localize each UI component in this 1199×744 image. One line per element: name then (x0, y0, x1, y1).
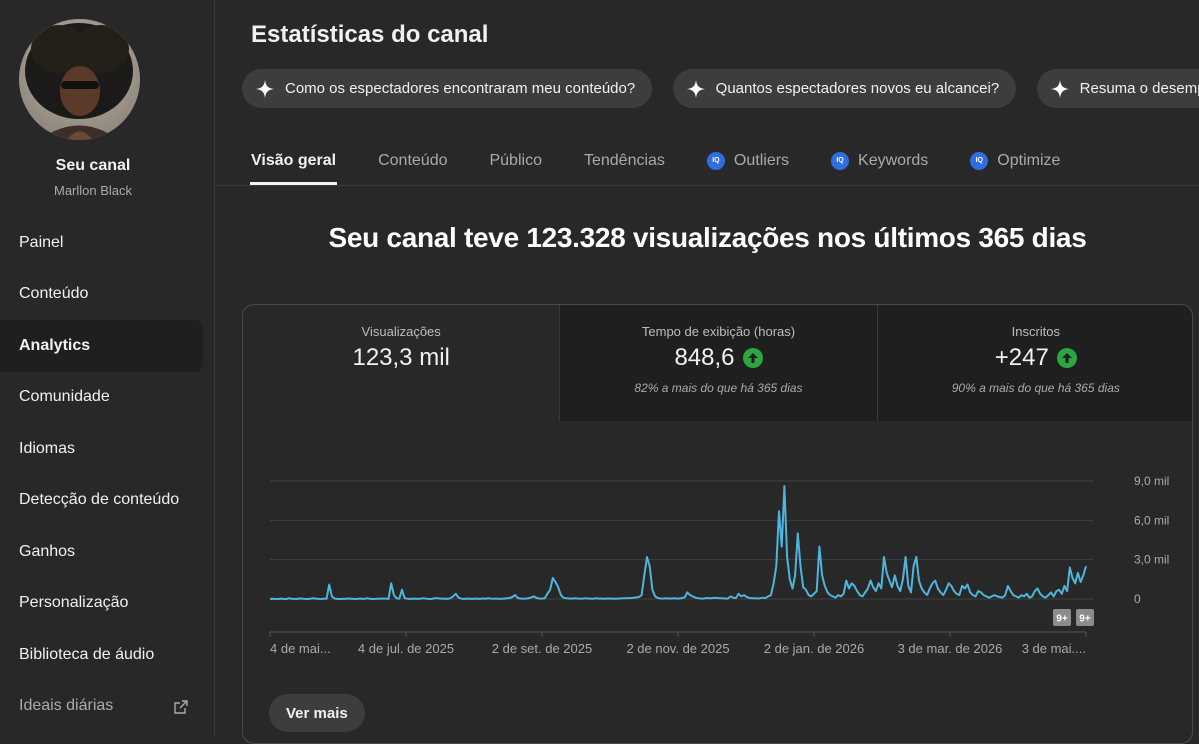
annotation-badge-label: 9+ (1056, 614, 1068, 625)
sidebar-item-analytics[interactable]: Analytics (0, 320, 203, 372)
metric-label: Inscritos (1011, 324, 1061, 339)
tab-label: Conteúdo (378, 152, 448, 169)
arrow-up-icon (1056, 348, 1077, 368)
tabs-divider (216, 185, 1199, 186)
sidebar-item-label: Comunidade (19, 388, 110, 406)
chip-how-viewers-found[interactable]: Como os espectadores encontraram meu con… (242, 69, 653, 108)
page-title: Estatísticas do canal (251, 21, 489, 48)
sidebar-item-label: Detecção de conteúdo (19, 491, 180, 509)
x-tick-label: 2 de nov. de 2025 (626, 641, 729, 656)
channel-name: Seu canal (55, 157, 131, 174)
chip-new-viewers[interactable]: Quantos espectadores novos eu alcancei? (672, 69, 1017, 108)
chip-label: Quantos espectadores novos eu alcancei? (715, 80, 1000, 97)
summary-headline: Seu canal teve 123.328 visualizações nos… (328, 222, 1087, 253)
metric-value-text: 848,6 (674, 344, 735, 371)
chip-summarize-performance[interactable]: Resuma o desempenho (1036, 69, 1199, 108)
sidebar-item-biblioteca-audio[interactable]: Biblioteca de áudio (0, 629, 215, 681)
metric-value: +247 (995, 344, 1077, 372)
metric-label: Visualizações (361, 324, 441, 339)
tab-visao-geral[interactable]: Visão geral (249, 137, 338, 185)
metric-label: Tempo de exibição (horas) (641, 324, 796, 339)
x-tick-label: 3 de mar. de 2026 (898, 641, 1003, 656)
annotation-badge[interactable]: 9+ (1053, 609, 1071, 626)
sidebar-item-personalizacao[interactable]: Personalização (0, 578, 215, 630)
tab-conteudo[interactable]: Conteúdo (378, 137, 447, 185)
sparkle-icon (1050, 79, 1069, 98)
arrow-up-icon (742, 348, 763, 368)
sidebar-item-label: Ganhos (19, 542, 76, 560)
metric-comparison: 82% a mais do que há 365 dias (634, 381, 803, 395)
y-tick-label: 9,0 mil (1134, 474, 1169, 488)
tab-label: Visão geral (251, 152, 337, 169)
chip-label: Como os espectadores encontraram meu con… (285, 80, 636, 97)
metric-subscribers[interactable]: Inscritos +247 90% a mais do que há 365 … (876, 305, 1192, 421)
metric-value-text: +247 (994, 344, 1049, 371)
metric-value: 123,3 mil (352, 344, 449, 372)
metric-value-text: 123,3 mil (352, 344, 450, 371)
x-tick-label: 4 de jul. de 2025 (358, 641, 454, 656)
main-content: Estatísticas do canal Como os espectador… (216, 0, 1199, 744)
sidebar-item-label: Analytics (19, 336, 91, 354)
sidebar-item-label: Painel (19, 233, 64, 251)
y-tick-label: 3,0 mil (1134, 553, 1169, 567)
x-tick-label: 4 de mai... (270, 641, 331, 656)
chip-label: Resuma o desempenho (1079, 80, 1199, 97)
analytics-tabs: Visão geral Conteúdo Público Tendências … (249, 137, 1102, 185)
tab-tendencias[interactable]: Tendências (584, 137, 665, 185)
metric-views[interactable]: Visualizações 123,3 mil (243, 305, 559, 421)
x-tick-label: 2 de jan. de 2026 (764, 641, 864, 656)
annotation-badge-label: 9+ (1079, 614, 1091, 625)
vidiq-icon: IQ (706, 152, 725, 170)
tab-keywords[interactable]: IQ Keywords (831, 137, 928, 185)
sidebar-item-idiomas[interactable]: Idiomas (0, 423, 215, 475)
tab-optimize[interactable]: IQ Optimize (970, 137, 1060, 185)
suggestion-chips: Como os espectadores encontraram meu con… (242, 69, 1199, 109)
tab-publico[interactable]: Público (489, 137, 541, 185)
x-tick-label: 2 de set. de 2025 (492, 641, 592, 656)
sidebar-item-conteudo[interactable]: Conteúdo (0, 269, 215, 321)
sidebar-item-deteccao-conteudo[interactable]: Detecção de conteúdo (0, 475, 215, 527)
sidebar-item-ganhos[interactable]: Ganhos (0, 526, 215, 578)
sidebar-item-label: Personalização (19, 594, 129, 612)
metric-comparison: 90% a mais do que há 365 dias (951, 381, 1120, 395)
tab-label: Optimize (997, 152, 1061, 169)
annotation-badge[interactable]: 9+ (1076, 609, 1094, 626)
sparkle-icon (686, 79, 705, 98)
sidebar-nav: Painel Conteúdo Analytics Comunidade Idi… (0, 217, 215, 732)
sidebar-item-label: Conteúdo (19, 285, 89, 303)
sparkle-icon (256, 79, 274, 98)
sidebar-item-painel[interactable]: Painel (0, 217, 215, 269)
see-more-button[interactable]: Ver mais (269, 694, 365, 732)
sidebar-item-comunidade[interactable]: Comunidade (0, 372, 215, 424)
metric-cards: Visualizações 123,3 mil Tempo de exibiçã… (243, 305, 1192, 421)
external-link-icon (174, 699, 188, 714)
sidebar-item-label: Idiomas (19, 439, 76, 457)
tab-label: Tendências (583, 152, 665, 169)
channel-handle: Marllon Black (53, 183, 133, 198)
tab-outliers[interactable]: IQ Outliers (706, 137, 790, 185)
tab-label: Keywords (858, 152, 929, 169)
overview-card: Visualizações 123,3 mil Tempo de exibiçã… (242, 304, 1193, 744)
sidebar-item-ideias-diarias[interactable]: Ideais diárias (0, 681, 215, 733)
sidebar: Seu canal Marllon Black Painel Conteúdo … (0, 0, 215, 737)
y-tick-label: 0 (1134, 592, 1141, 606)
x-tick-label: 3 de mai.... (1022, 641, 1086, 656)
tab-label: Público (489, 152, 542, 169)
views-line-chart[interactable]: 9,0 mil 6,0 mil 3,0 mil 0 4 de mai... 4 de ju… (243, 421, 1193, 681)
y-tick-label: 6,0 mil (1134, 513, 1169, 527)
vidiq-icon: IQ (970, 152, 989, 170)
metric-value: 848,6 (674, 344, 763, 372)
sidebar-item-label: Biblioteca de áudio (19, 645, 155, 663)
sidebar-item-label: Ideais diárias (19, 697, 114, 715)
metric-watch-time[interactable]: Tempo de exibição (horas) 848,6 82% a ma… (559, 305, 877, 421)
views-series-line[interactable] (269, 485, 1087, 600)
tab-label: Outliers (733, 152, 790, 169)
avatar[interactable] (19, 19, 140, 140)
vidiq-icon: IQ (831, 152, 850, 170)
